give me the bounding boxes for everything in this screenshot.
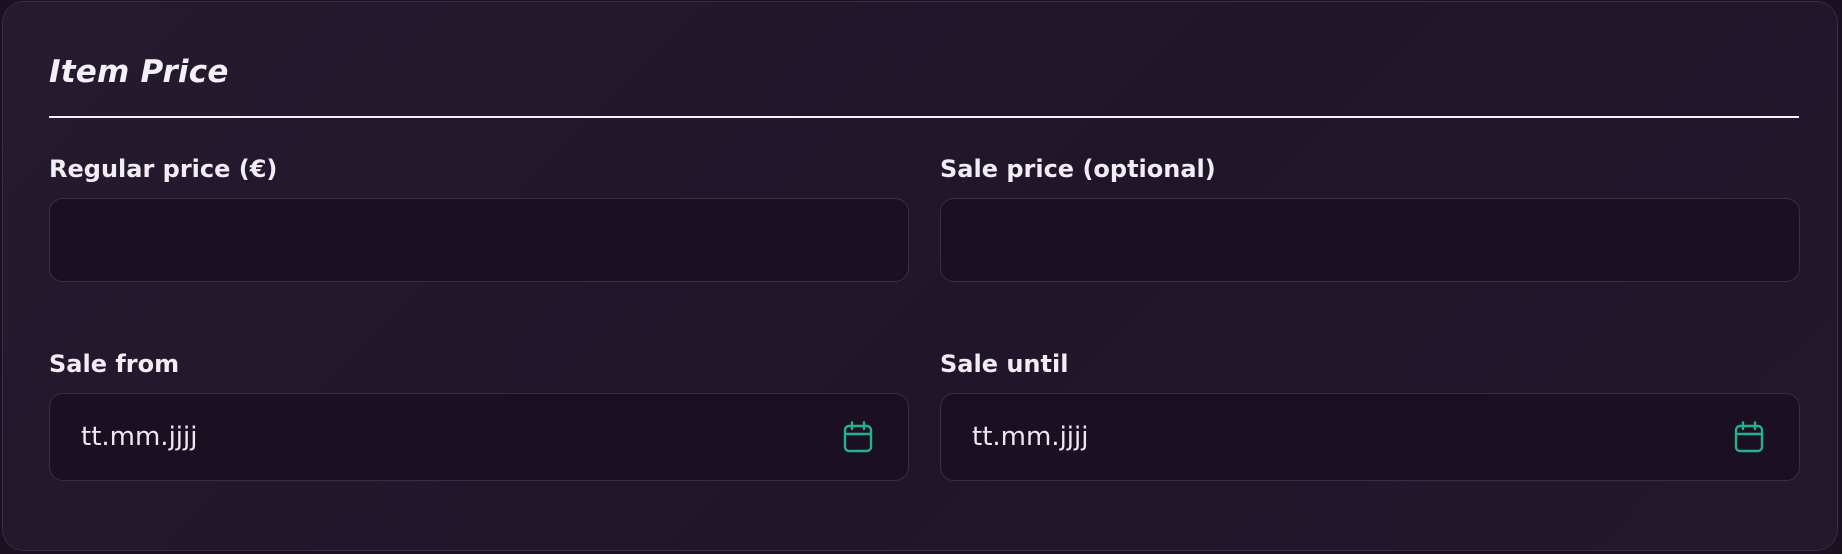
calendar-icon[interactable]	[843, 421, 873, 453]
sale-until-label: Sale until	[940, 350, 1069, 378]
sale-from-date-input[interactable]: tt.mm.jjjj	[49, 393, 909, 481]
section-title: Item Price	[49, 54, 229, 90]
title-divider	[49, 116, 1799, 118]
sale-until-date-placeholder[interactable]: tt.mm.jjjj	[972, 420, 1088, 454]
regular-price-label: Regular price (€)	[49, 155, 278, 183]
sale-price-label: Sale price (optional)	[940, 155, 1216, 183]
sale-from-date-placeholder[interactable]: tt.mm.jjjj	[81, 420, 197, 454]
sale-from-label: Sale from	[49, 350, 180, 378]
regular-price-field[interactable]	[49, 198, 909, 282]
sale-price-field[interactable]	[940, 198, 1800, 282]
sale-until-date-input[interactable]: tt.mm.jjjj	[940, 393, 1800, 481]
item-price-card: Item Price Regular price (€) Sale price …	[2, 1, 1838, 551]
regular-price-input[interactable]	[50, 199, 908, 281]
sale-price-input[interactable]	[941, 199, 1799, 281]
calendar-icon[interactable]	[1734, 421, 1764, 453]
